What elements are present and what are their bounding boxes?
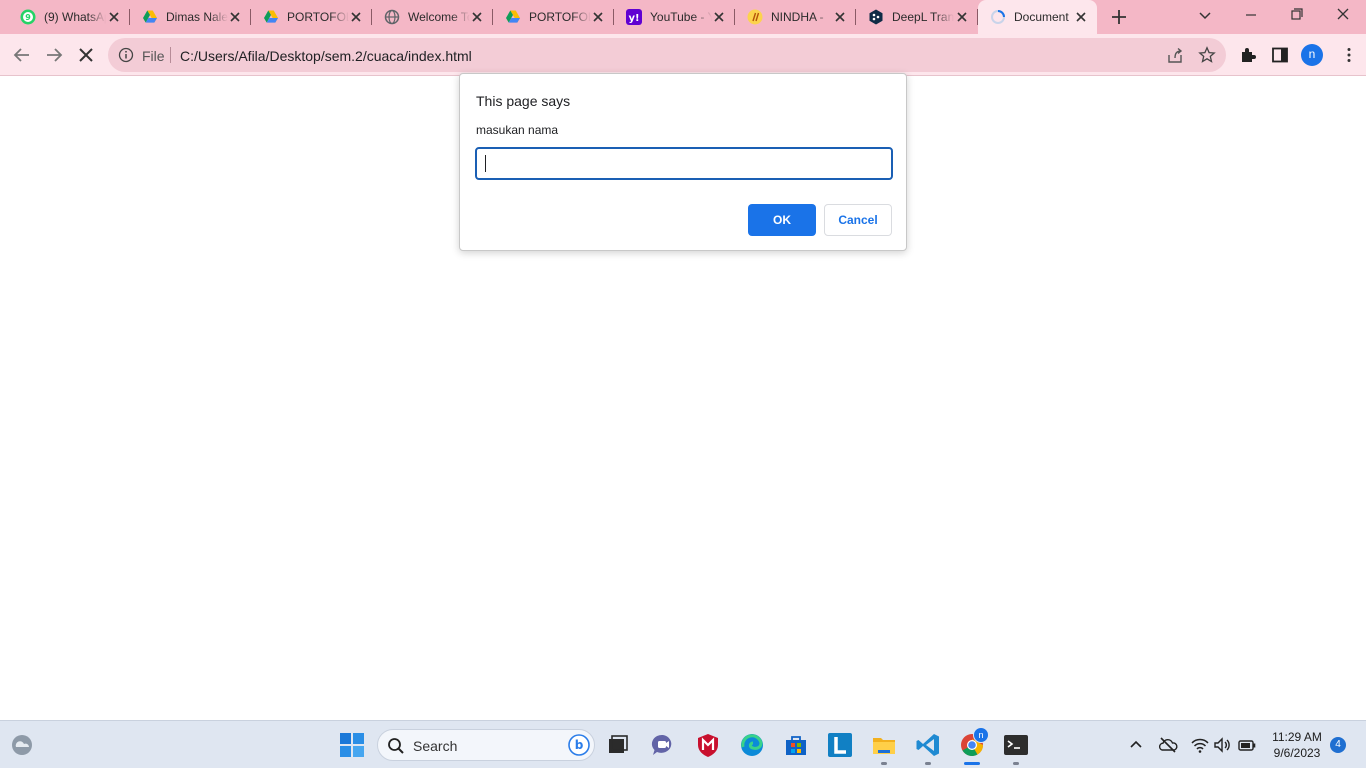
microsoft-store-icon[interactable] xyxy=(783,732,809,758)
bookmark-star-icon[interactable] xyxy=(1198,46,1216,64)
dialog-title: This page says xyxy=(476,93,571,109)
close-icon[interactable] xyxy=(469,9,485,25)
mcafee-icon[interactable] xyxy=(695,732,721,758)
tab-welcome[interactable]: Welcome To xyxy=(372,0,493,34)
text-caret xyxy=(485,155,486,172)
taskbar-search[interactable]: Search b xyxy=(377,729,595,761)
search-icon xyxy=(388,738,404,754)
tab-youtube-yahoo[interactable]: y! YouTube - Yahoo xyxy=(614,0,735,34)
loading-icon xyxy=(991,10,1005,24)
google-drive-icon xyxy=(264,10,278,23)
browser-toolbar: File C:/Users/Afila/Desktop/sem.2/cuaca/… xyxy=(0,34,1366,76)
tab-strip: 9 (9) WhatsApp Dimas Nalendra PORTOFOLIO xyxy=(0,0,1366,34)
tab-title: YouTube - Yahoo xyxy=(650,10,712,24)
close-icon[interactable] xyxy=(1073,9,1089,25)
edge-browser-icon[interactable] xyxy=(739,732,765,758)
url-text[interactable]: C:/Users/Afila/Desktop/sem.2/cuaca/index… xyxy=(180,48,472,64)
tab-whatsapp[interactable]: 9 (9) WhatsApp xyxy=(8,0,130,34)
tab-title: (9) WhatsApp xyxy=(44,10,106,24)
back-button[interactable] xyxy=(9,42,35,68)
scheme-label: File xyxy=(142,48,165,64)
chevron-up-icon[interactable] xyxy=(1126,735,1146,755)
close-icon[interactable] xyxy=(711,9,727,25)
clock-date: 9/6/2023 xyxy=(1273,746,1321,760)
windows-start-icon[interactable] xyxy=(339,732,365,758)
extensions-icon[interactable] xyxy=(1239,46,1257,64)
wifi-icon[interactable] xyxy=(1190,735,1210,755)
prompt-dialog: This page says masukan nama OK Cancel xyxy=(459,73,907,251)
address-bar[interactable]: File C:/Users/Afila/Desktop/sem.2/cuaca/… xyxy=(108,38,1226,72)
tab-portofolio-1[interactable]: PORTOFOLIO xyxy=(251,0,372,34)
google-drive-icon xyxy=(143,10,157,23)
svg-text:b: b xyxy=(575,738,584,752)
address-divider xyxy=(170,47,171,63)
vscode-icon[interactable] xyxy=(915,732,941,758)
task-view-icon[interactable] xyxy=(605,732,631,758)
svg-text:y!: y! xyxy=(628,13,639,24)
tab-nindha[interactable]: NINDHA - xyxy=(735,0,856,34)
slides-icon xyxy=(747,9,763,25)
share-icon[interactable] xyxy=(1166,47,1184,65)
chrome-profile-badge: n xyxy=(978,730,984,740)
tab-dimas[interactable]: Dimas Nalendra xyxy=(130,0,251,34)
system-clock[interactable]: 11:29 AM 9/6/2023 xyxy=(1262,729,1332,761)
battery-icon[interactable] xyxy=(1237,735,1257,755)
new-tab-button[interactable] xyxy=(1106,4,1132,30)
tab-deepl[interactable]: DeepL Translate xyxy=(856,0,978,34)
close-icon[interactable] xyxy=(590,9,606,25)
volume-icon[interactable] xyxy=(1212,735,1232,755)
terminal-icon[interactable] xyxy=(1003,732,1029,758)
tab-title: NINDHA - xyxy=(771,10,824,24)
profile-avatar[interactable]: n xyxy=(1301,44,1323,66)
bing-chat-icon[interactable]: b xyxy=(568,734,590,756)
search-label: Search xyxy=(413,738,458,754)
tab-search-button[interactable] xyxy=(1182,0,1228,32)
onedrive-offline-icon[interactable] xyxy=(1158,735,1178,755)
minimize-button[interactable] xyxy=(1228,0,1274,32)
dialog-message: masukan nama xyxy=(476,123,559,137)
side-panel-icon[interactable] xyxy=(1271,46,1289,64)
running-indicator xyxy=(1013,762,1019,765)
restore-button[interactable] xyxy=(1274,0,1320,32)
svg-text:9: 9 xyxy=(25,13,31,22)
running-indicator xyxy=(881,762,887,765)
notification-badge[interactable]: 4 xyxy=(1330,737,1346,753)
close-window-button[interactable] xyxy=(1320,0,1366,32)
tab-title: PORTOFOLIO xyxy=(287,10,349,24)
tab-title: DeepL Translate xyxy=(892,10,954,24)
running-indicator xyxy=(925,762,931,765)
menu-kebab-icon[interactable] xyxy=(1340,46,1358,64)
deepl-icon xyxy=(869,9,883,25)
tab-title: Dimas Nalendra xyxy=(166,10,228,24)
close-icon[interactable] xyxy=(954,9,970,25)
cancel-button[interactable]: Cancel xyxy=(824,204,892,236)
whatsapp-icon: 9 xyxy=(20,9,36,25)
info-icon[interactable] xyxy=(118,47,134,63)
forward-button[interactable] xyxy=(41,42,67,68)
tab-portofolio-2[interactable]: PORTOFOLIO xyxy=(493,0,614,34)
teams-chat-icon[interactable] xyxy=(650,732,676,758)
yahoo-icon: y! xyxy=(626,9,642,25)
close-icon[interactable] xyxy=(227,9,243,25)
close-icon[interactable] xyxy=(832,9,848,25)
prompt-input[interactable] xyxy=(475,147,893,180)
globe-icon xyxy=(384,9,400,25)
taskbar: Search b n 11:29 AM 9/6/2023 4 xyxy=(0,720,1366,768)
close-icon[interactable] xyxy=(106,9,122,25)
l-app-icon[interactable] xyxy=(827,732,853,758)
weather-widget-icon[interactable] xyxy=(10,733,34,757)
file-explorer-icon[interactable] xyxy=(871,732,897,758)
active-indicator xyxy=(964,762,980,765)
tab-title: PORTOFOLIO xyxy=(529,10,591,24)
close-icon[interactable] xyxy=(348,9,364,25)
stop-loading-button[interactable] xyxy=(73,42,99,68)
ok-button[interactable]: OK xyxy=(748,204,816,236)
clock-time: 11:29 AM xyxy=(1272,730,1322,744)
google-drive-icon xyxy=(506,10,520,23)
screen: 9 (9) WhatsApp Dimas Nalendra PORTOFOLIO xyxy=(0,0,1366,768)
tab-title: Welcome To xyxy=(408,10,470,24)
tab-document[interactable]: Document xyxy=(978,0,1097,34)
